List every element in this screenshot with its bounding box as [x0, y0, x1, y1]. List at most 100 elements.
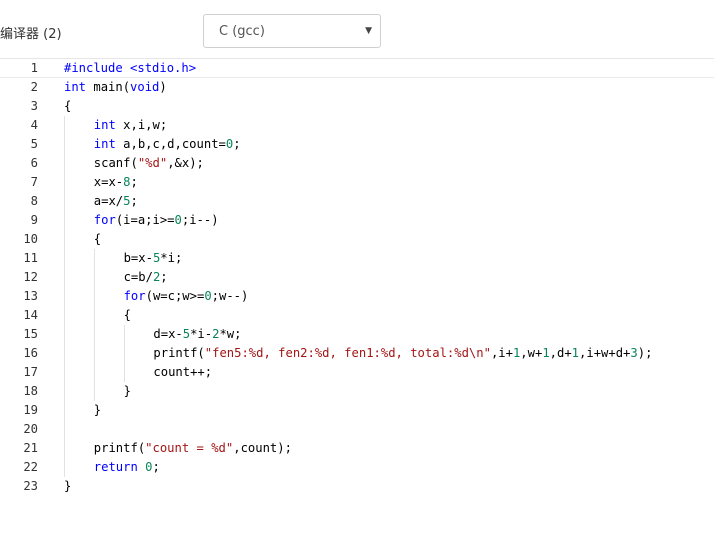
code-line[interactable]: 19} [0, 401, 714, 420]
line-number: 20 [23, 422, 38, 436]
line-number: 16 [23, 346, 38, 360]
compiler-select-value: C (gcc) [219, 24, 265, 39]
code-token: printf( [93, 441, 146, 455]
line-number: 13 [23, 289, 38, 303]
code-text: x=x-8; [94, 173, 138, 192]
line-number: 2 [30, 80, 38, 94]
line-number: 7 [30, 175, 38, 189]
code-text: scanf("%d",&x); [94, 154, 204, 173]
code-line[interactable]: 21 printf("count = %d",count); [0, 439, 714, 458]
code-token: ,i+w+d+ [579, 346, 631, 360]
code-token: (i=a;i>= [115, 213, 175, 227]
code-text: a=x/5; [94, 192, 138, 211]
line-number: 23 [23, 479, 38, 493]
code-text: printf("fen5:%d, fen2:%d, fen1:%d, total… [153, 344, 652, 363]
code-text: } [64, 477, 71, 496]
code-line[interactable]: 12 c=b/2; [0, 268, 714, 287]
code-token: 0 [145, 460, 153, 474]
code-token: b=x- [123, 251, 153, 265]
code-line[interactable]: 13 for(w=c;w>=0;w--) [0, 287, 714, 306]
compiler-select[interactable]: C (gcc) ▼ [203, 14, 381, 48]
code-token: ;i--) [181, 213, 219, 227]
code-token: count++; [153, 365, 213, 379]
code-text: count++; [153, 363, 212, 382]
code-token: a=x/ [93, 194, 124, 208]
code-text: printf("count = %d",count); [94, 439, 292, 458]
code-line[interactable]: 10 { [0, 230, 714, 249]
line-number: 18 [23, 384, 38, 398]
code-token: ,i+ [490, 346, 513, 360]
toolbar: 编译器 (2) C (gcc) ▼ [0, 0, 714, 60]
code-line[interactable]: 16 printf("fen5:%d, fen2:%d, fen1:%d, tot… [0, 344, 714, 363]
indent-guide [123, 325, 125, 382]
code-line[interactable]: 20 [0, 420, 714, 439]
code-token: "%d" [137, 156, 168, 170]
code-token: main( [86, 80, 131, 94]
code-line[interactable]: 2 int main(void) [0, 78, 714, 97]
line-number: 3 [30, 99, 38, 113]
code-line[interactable]: 3{ [0, 97, 714, 116]
code-token: d=x- [153, 327, 183, 341]
line-number: 11 [23, 251, 38, 265]
code-token: { [64, 99, 72, 113]
code-line[interactable]: 18} [0, 382, 714, 401]
code-token: ) [159, 80, 167, 94]
code-token: { [123, 308, 131, 322]
code-line[interactable]: 5 int a,b,c,d,count=0; [0, 135, 714, 154]
code-token: ); [637, 346, 653, 360]
code-text: d=x-5*i-2*w; [153, 325, 241, 344]
code-text: for(i=a;i>=0;i--) [94, 211, 219, 230]
code-line[interactable]: 14 { [0, 306, 714, 325]
code-line[interactable]: 7 x=x-8; [0, 173, 714, 192]
line-number: 5 [30, 137, 38, 151]
code-token: int [64, 80, 87, 94]
code-line[interactable]: 6 scanf("%d",&x); [0, 154, 714, 173]
code-token: x=x- [93, 175, 124, 189]
code-line[interactable]: 1 #include <stdio.h> [0, 59, 714, 78]
code-token: int [93, 118, 116, 132]
code-text: for(w=c;w>=0;w--) [124, 287, 249, 306]
code-line[interactable]: 22 return 0; [0, 458, 714, 477]
compiler-label: 编译器 (2) [0, 27, 62, 42]
code-text: { [94, 230, 101, 249]
code-text: } [94, 401, 101, 420]
code-token: 1 [542, 346, 550, 360]
code-token: 5 [123, 194, 131, 208]
code-token: 3 [630, 346, 638, 360]
code-line[interactable]: 4 int x,i,w; [0, 116, 714, 135]
code-token: 0 [204, 289, 212, 303]
line-number: 4 [30, 118, 38, 132]
code-text: int a,b,c,d,count=0; [94, 135, 241, 154]
code-line[interactable]: 17 count++; [0, 363, 714, 382]
code-token: *i- [190, 327, 213, 341]
code-text: int x,i,w; [94, 116, 167, 135]
code-token: ; [152, 460, 160, 474]
code-token: (w=c;w>= [145, 289, 205, 303]
code-token: ,w+ [520, 346, 543, 360]
code-token: void [130, 80, 160, 94]
code-token: *i; [160, 251, 183, 265]
code-token: ; [233, 137, 241, 151]
code-token: } [93, 403, 102, 417]
code-text: c=b/2; [124, 268, 168, 287]
code-line[interactable]: 8 a=x/5; [0, 192, 714, 211]
code-line[interactable]: 23} [0, 477, 714, 496]
chevron-down-icon: ▼ [365, 26, 372, 36]
line-number: 22 [23, 460, 38, 474]
code-line[interactable]: 11 b=x-5*i; [0, 249, 714, 268]
code-editor[interactable]: 1 #include <stdio.h> 2 int main(void) 3{4 int… [0, 59, 714, 499]
code-token: *w; [219, 327, 242, 341]
line-number: 8 [30, 194, 38, 208]
code-token: int [93, 137, 116, 151]
code-line[interactable]: 15 d=x-5*i-2*w; [0, 325, 714, 344]
code-token: a,b,c,d,count= [115, 137, 226, 151]
line-number: 15 [23, 327, 38, 341]
code-token: ,d+ [549, 346, 572, 360]
indent-guide [64, 116, 65, 477]
code-token: } [64, 479, 72, 493]
code-line[interactable]: 9 for(i=a;i>=0;i--) [0, 211, 714, 230]
code-token: return [93, 460, 138, 474]
line-number: 21 [23, 441, 38, 455]
code-token: ; [160, 270, 168, 284]
code-text: int main(void) [64, 78, 167, 97]
